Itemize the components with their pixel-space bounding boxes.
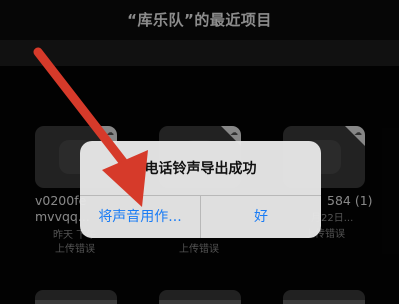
- use-sound-as-button[interactable]: 将声音用作...: [80, 196, 200, 238]
- export-success-alert: 电话铃声导出成功 将声音用作... 好: [80, 141, 321, 238]
- alert-title: 电话铃声导出成功: [144, 161, 257, 177]
- ok-button[interactable]: 好: [201, 196, 321, 238]
